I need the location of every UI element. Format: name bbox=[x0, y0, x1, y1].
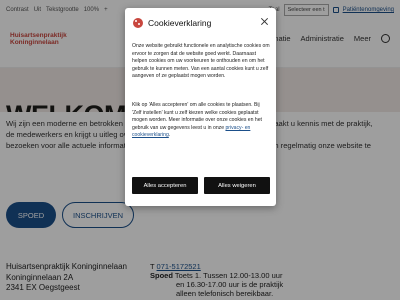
cookie-buttons: Alles accepteren Alles weigeren bbox=[132, 177, 270, 194]
close-icon[interactable] bbox=[260, 17, 269, 26]
cookie-modal-title: Cookieverklaring bbox=[148, 18, 212, 28]
cookie-modal: Cookieverklaring Onze website gebruikt f… bbox=[125, 8, 276, 206]
cookie-icon bbox=[133, 18, 143, 28]
cookie-text-2-end: . bbox=[168, 132, 171, 139]
cookie-text-2: Klik op 'Alles accepteren' om alle cooki… bbox=[132, 102, 270, 140]
accept-all-button[interactable]: Alles accepteren bbox=[132, 177, 198, 194]
cookie-text-1: Onze website gebruikt functionele en ana… bbox=[132, 43, 270, 80]
cookie-modal-header: Cookieverklaring bbox=[133, 18, 211, 28]
reject-all-button[interactable]: Alles weigeren bbox=[204, 177, 270, 194]
customize-cookies-link[interactable]: Zelf instellen bbox=[131, 196, 164, 202]
